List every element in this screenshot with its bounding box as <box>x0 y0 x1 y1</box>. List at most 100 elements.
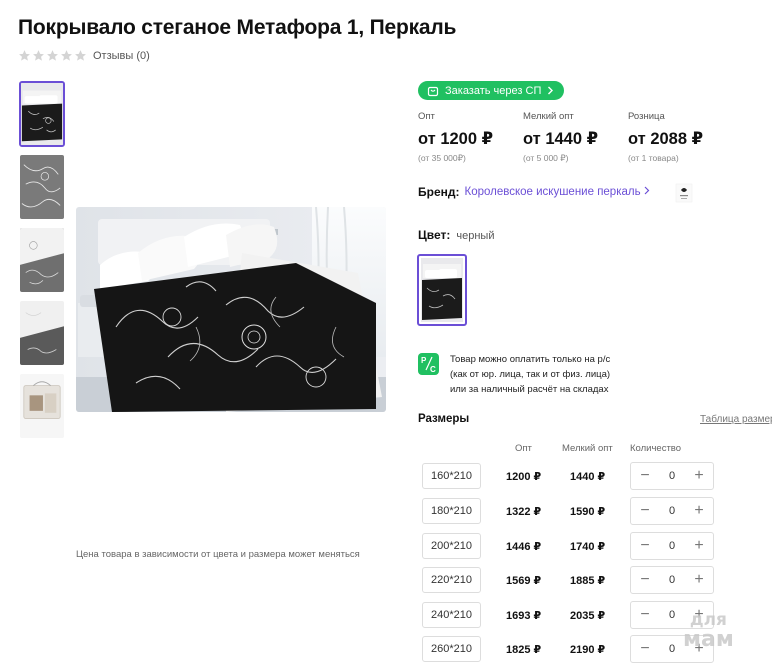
quantity-value[interactable]: 0 <box>669 609 675 621</box>
bank-transfer-icon: Р С <box>418 353 439 375</box>
quantity-stepper: − 0 + <box>630 566 714 594</box>
size-row: 180*210 1322 ₽ 1590 ₽ − 0 + <box>422 497 722 525</box>
price-tier-label: Опт <box>418 111 435 122</box>
brand-logo[interactable] <box>672 182 696 204</box>
color-value: черный <box>456 230 495 242</box>
star-icon <box>47 50 58 61</box>
wholesale-price: 1446 ₽ <box>506 541 542 553</box>
quantity-stepper: − 0 + <box>630 532 714 560</box>
color-swatch-image <box>421 258 463 322</box>
size-chip[interactable]: 260*210 <box>422 636 481 662</box>
bed-photo-image <box>76 207 386 412</box>
price-tier-min: (от 35 000₽) <box>418 153 466 163</box>
minus-icon[interactable]: − <box>638 641 652 657</box>
payment-note: Товар можно оплатить только на р/с (как … <box>450 352 610 397</box>
thumbnail-3[interactable] <box>19 227 65 293</box>
plus-icon[interactable]: + <box>692 503 706 519</box>
star-icon <box>33 50 44 61</box>
price-tiers: Опт от 1200 ₽ (от 35 000₽) Мелкий опт от… <box>418 111 733 164</box>
quantity-value[interactable]: 0 <box>669 574 675 586</box>
thumbnail-4[interactable] <box>19 300 65 366</box>
small-wholesale-price: 2035 ₽ <box>570 610 606 622</box>
size-row: 220*210 1569 ₽ 1885 ₽ − 0 + <box>422 566 722 594</box>
small-wholesale-price: 1440 ₽ <box>570 471 606 483</box>
svg-text:Р: Р <box>421 356 427 365</box>
size-row: 160*210 1200 ₽ 1440 ₽ − 0 + <box>422 462 722 490</box>
minus-icon[interactable]: − <box>638 607 652 623</box>
wholesale-price: 1322 ₽ <box>506 506 542 518</box>
color-row: Цвет: черный <box>418 228 494 242</box>
chevron-right-icon <box>644 186 650 198</box>
size-row: 260*210 1825 ₽ 2190 ₽ − 0 + <box>422 635 722 663</box>
brand-row: Бренд: Королевское искушение перкаль <box>418 185 650 199</box>
size-chip[interactable]: 240*210 <box>422 602 481 628</box>
size-row: 240*210 1693 ₽ 2035 ₽ − 0 + <box>422 601 722 629</box>
color-label: Цвет: <box>418 228 451 242</box>
thumbnail-1[interactable] <box>19 81 65 147</box>
size-table-link[interactable]: Таблица размеров <box>700 414 772 425</box>
bed-black-thumbnail-image <box>21 83 63 145</box>
wholesale-price: 1569 ₽ <box>506 575 542 587</box>
quantity-stepper: − 0 + <box>630 497 714 525</box>
minus-icon[interactable]: − <box>638 572 652 588</box>
rating-row: Отзывы (0) <box>18 49 150 62</box>
size-row: 200*210 1446 ₽ 1740 ₽ − 0 + <box>422 532 722 560</box>
sizes-title: Размеры <box>418 413 470 425</box>
svg-text:С: С <box>430 365 436 374</box>
plus-icon[interactable]: + <box>692 468 706 484</box>
price-tier-value: от 1440 ₽ <box>523 130 599 148</box>
column-header-small-wholesale: Мелкий опт <box>562 443 613 454</box>
plus-icon[interactable]: + <box>692 538 706 554</box>
size-chip[interactable]: 180*210 <box>422 498 481 524</box>
price-tier-label: Мелкий опт <box>523 111 574 122</box>
plus-icon[interactable]: + <box>692 572 706 588</box>
package-image <box>20 374 64 438</box>
small-wholesale-price: 1885 ₽ <box>570 575 606 587</box>
order-via-sp-button[interactable]: Заказать через СП <box>418 81 565 100</box>
fabric-fold-image <box>20 228 64 292</box>
thumbnail-2[interactable] <box>19 154 65 220</box>
quantity-value[interactable]: 0 <box>669 470 675 482</box>
brand-label: Бренд: <box>418 185 460 199</box>
fabric-closeup-image <box>20 155 64 219</box>
wholesale-price: 1825 ₽ <box>506 644 542 656</box>
chevron-right-icon <box>547 86 554 95</box>
payment-note-line: Товар можно оплатить только на р/с <box>450 354 611 365</box>
brand-link[interactable]: Королевское искушение перкаль <box>465 186 641 198</box>
price-tier-min: (от 5 000 ₽) <box>523 153 569 163</box>
price-tier-wholesale: Опт от 1200 ₽ (от 35 000₽) <box>418 111 523 164</box>
minus-icon[interactable]: − <box>638 538 652 554</box>
minus-icon[interactable]: − <box>638 468 652 484</box>
star-icon <box>61 50 72 61</box>
star-icon <box>75 50 86 61</box>
payment-note-line: или за наличный расчёт на складах <box>450 384 609 395</box>
size-chip[interactable]: 160*210 <box>422 463 481 489</box>
reviews-link[interactable]: Отзывы (0) <box>93 50 150 62</box>
price-tier-value: от 2088 ₽ <box>628 130 704 148</box>
color-swatch-black[interactable] <box>417 254 467 326</box>
product-main-image[interactable] <box>76 207 386 412</box>
thumbnail-list <box>19 81 65 446</box>
price-variation-note: Цена товара в зависимости от цвета и раз… <box>76 549 360 560</box>
column-header-wholesale: Опт <box>515 443 532 454</box>
star-icon <box>19 50 30 61</box>
quantity-value[interactable]: 0 <box>669 540 675 552</box>
product-title: Покрывало стеганое Метафора 1, Перкаль <box>18 16 457 39</box>
order-via-sp-label: Заказать через СП <box>445 84 542 97</box>
rating-stars <box>18 49 87 62</box>
minus-icon[interactable]: − <box>638 503 652 519</box>
quantity-value[interactable]: 0 <box>669 643 675 655</box>
column-header-quantity: Количество <box>630 443 682 454</box>
small-wholesale-price: 1590 ₽ <box>570 506 606 518</box>
quantity-value[interactable]: 0 <box>669 505 675 517</box>
price-tier-label: Розница <box>628 111 665 122</box>
price-tier-retail: Розница от 2088 ₽ (от 1 товара) <box>628 111 733 164</box>
small-wholesale-price: 1740 ₽ <box>570 541 606 553</box>
watermark: для мам <box>683 610 734 652</box>
size-chip[interactable]: 200*210 <box>422 533 481 559</box>
watermark-line: мам <box>683 627 734 652</box>
price-tier-small-wholesale: Мелкий опт от 1440 ₽ (от 5 000 ₽) <box>523 111 628 164</box>
size-chip[interactable]: 220*210 <box>422 567 481 593</box>
wholesale-price: 1200 ₽ <box>506 471 542 483</box>
thumbnail-5[interactable] <box>19 373 65 439</box>
